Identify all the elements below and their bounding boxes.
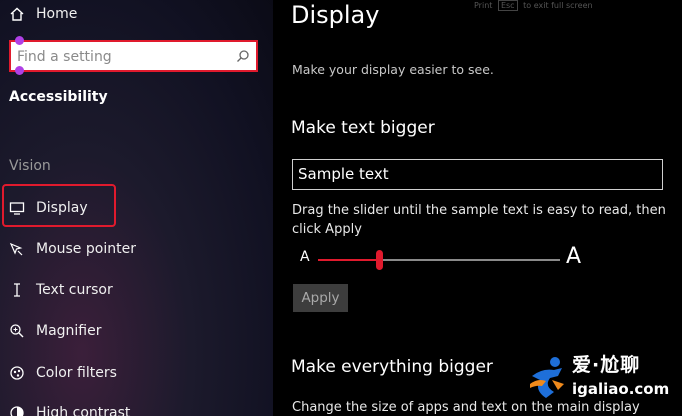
apply-button[interactable]: Apply	[293, 284, 348, 312]
watermark-chinese-text: 爱·尬聊	[572, 354, 641, 376]
home-icon	[8, 5, 26, 23]
sidebar-item-label: Text cursor	[36, 282, 113, 298]
sidebar-item-label: Display	[36, 200, 88, 216]
slider-fill	[318, 259, 379, 261]
sample-text-box: Sample text	[292, 159, 663, 190]
watermark-url: igaliao.com	[572, 380, 670, 398]
text-size-slider[interactable]	[318, 250, 560, 270]
slider-min-label: A	[300, 249, 310, 265]
cursor-handle-bottom	[15, 66, 24, 75]
mouse-pointer-icon	[8, 240, 26, 258]
sidebar: Home Accessibility Vision Display Mouse …	[0, 0, 273, 416]
watermark-logo-icon	[528, 354, 568, 404]
sidebar-item-label: Mouse pointer	[36, 241, 136, 257]
cursor-handle-top	[15, 36, 24, 45]
fullscreen-hint-key: Esc	[497, 0, 518, 11]
text-bigger-heading: Make text bigger	[291, 118, 435, 138]
slider-thumb[interactable]	[375, 250, 383, 270]
search-icon[interactable]	[236, 48, 250, 67]
slider-instruction: Drag the slider until the sample text is…	[292, 203, 666, 237]
sidebar-item-high-contrast[interactable]: High contrast	[8, 401, 130, 416]
everything-bigger-heading: Make everything bigger	[291, 357, 493, 377]
text-cursor-icon	[8, 281, 26, 299]
sidebar-item-magnifier[interactable]: Magnifier	[8, 319, 102, 343]
sidebar-item-color-filters[interactable]: Color filters	[8, 361, 117, 385]
sidebar-item-label: High contrast	[36, 405, 131, 416]
page-title: Display	[291, 1, 380, 29]
color-filters-icon	[8, 364, 26, 382]
settings-search-box[interactable]	[9, 40, 258, 72]
fullscreen-hint-after: to exit full screen	[523, 1, 593, 10]
magnifier-icon	[8, 322, 26, 340]
page-subtitle: Make your display easier to see.	[292, 62, 494, 77]
sample-text: Sample text	[298, 165, 389, 183]
home-nav-item[interactable]: Home	[8, 2, 77, 26]
sidebar-item-mouse-pointer[interactable]: Mouse pointer	[8, 237, 136, 261]
fullscreen-hint: Print Esc to exit full screen	[474, 0, 593, 11]
watermark: 爱·尬聊 igaliao.com	[524, 348, 682, 410]
sidebar-item-label: Color filters	[36, 365, 117, 381]
sidebar-item-text-cursor[interactable]: Text cursor	[8, 278, 113, 302]
home-label: Home	[36, 6, 78, 22]
fullscreen-hint-before: Print	[474, 1, 493, 10]
slider-max-label: A	[566, 244, 582, 269]
monitor-icon	[8, 199, 26, 217]
section-title: Accessibility	[9, 89, 108, 105]
vision-group-label: Vision	[9, 158, 51, 174]
sidebar-item-label: Magnifier	[36, 323, 102, 339]
sidebar-item-display[interactable]: Display	[8, 196, 88, 220]
search-input[interactable]	[15, 45, 229, 69]
high-contrast-icon	[8, 404, 26, 416]
